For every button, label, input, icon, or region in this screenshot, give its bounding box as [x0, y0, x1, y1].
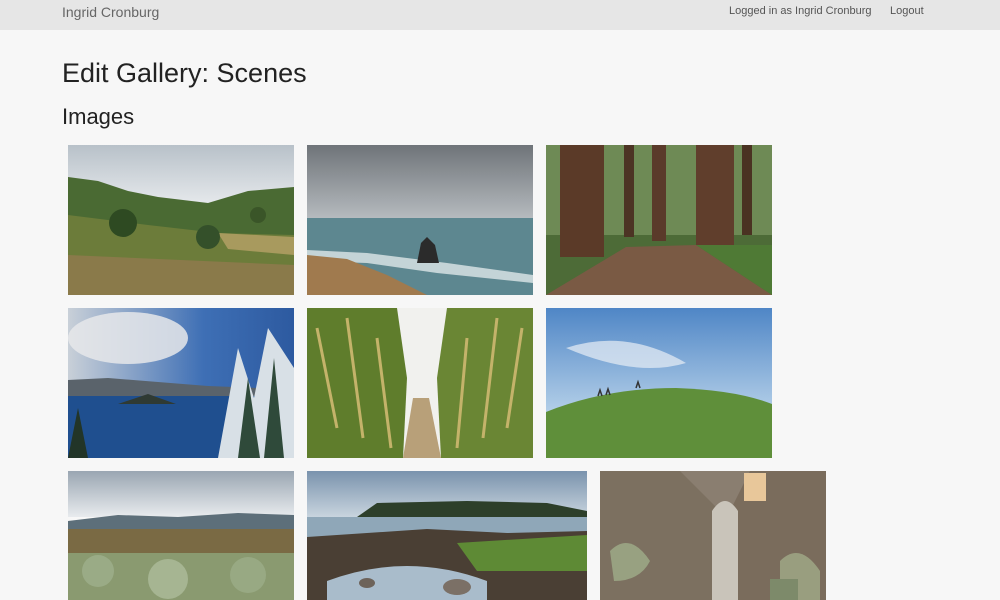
page-title: Edit Gallery: Scenes [62, 58, 307, 88]
gallery-image-ocean-rock[interactable] [307, 145, 533, 295]
gallery-image-redwoods[interactable] [546, 145, 772, 295]
gallery-image-cornfield[interactable] [307, 308, 533, 458]
brand-link[interactable]: Ingrid Cronburg [62, 4, 159, 20]
gallery-image-prison-cell[interactable] [600, 471, 826, 600]
gallery-image-tidepool[interactable] [307, 471, 587, 600]
gallery-image-sagebrush[interactable] [68, 471, 294, 600]
gallery-image-grassy-hill[interactable] [546, 308, 772, 458]
navbar: Ingrid Cronburg Logged in as Ingrid Cron… [0, 0, 1000, 30]
logged-in-status: Logged in as Ingrid Cronburg [729, 5, 872, 17]
logout-link[interactable]: Logout [890, 5, 924, 17]
gallery-image-hills[interactable] [68, 145, 294, 295]
images-section-title: Images [62, 104, 135, 129]
gallery-image-crater-lake[interactable] [68, 308, 294, 458]
